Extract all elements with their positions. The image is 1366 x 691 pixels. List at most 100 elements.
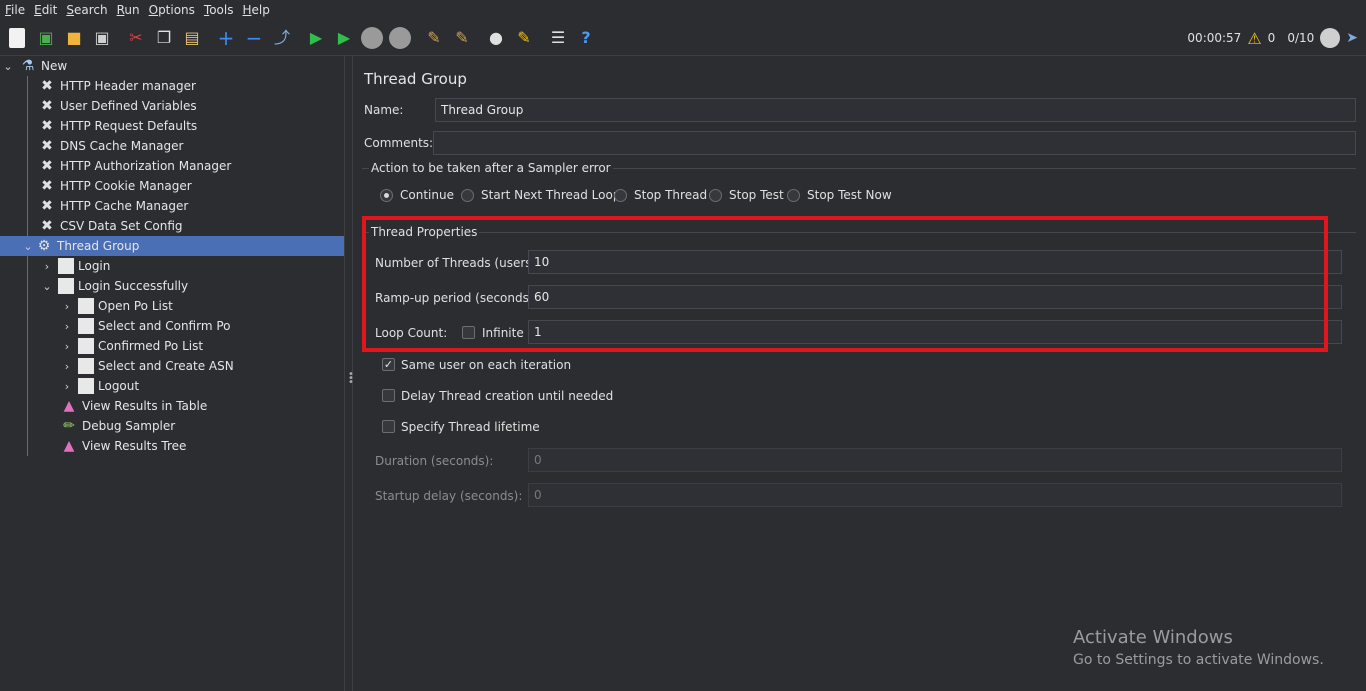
start-icon[interactable]: ▶ — [305, 27, 327, 49]
chevron-right-icon[interactable]: › — [60, 380, 74, 393]
chevron-right-icon[interactable]: › — [40, 260, 54, 273]
open-icon[interactable]: ■ — [63, 27, 85, 49]
active-threads: 0/10 — [1287, 31, 1315, 45]
collapse-icon[interactable]: − — [243, 27, 265, 49]
reset-search-icon[interactable]: ✎ — [513, 27, 535, 49]
copy-icon[interactable]: ❐ — [153, 27, 175, 49]
infinite-label[interactable]: Infinite — [482, 326, 524, 340]
tree-node-controller[interactable]: › Select and Create ASN — [60, 356, 234, 376]
duration-input[interactable] — [528, 448, 1342, 472]
same-user-label[interactable]: Same user on each iteration — [401, 358, 571, 372]
tree-node-controller[interactable]: › Open Po List — [60, 296, 173, 316]
tree-node-config[interactable]: ✖ HTTP Cache Manager — [38, 196, 188, 216]
tree-node-listener[interactable]: ▲ View Results in Table — [60, 396, 208, 416]
menu-edit[interactable]: Edit — [33, 3, 65, 17]
toggle-icon[interactable]: ⤴ — [271, 27, 293, 49]
help-icon[interactable]: ? — [575, 27, 597, 49]
tree-node-config[interactable]: ✖ CSV Data Set Config — [38, 216, 182, 236]
chevron-down-icon[interactable]: ⌄ — [1, 60, 15, 73]
search-icon[interactable]: ● — [485, 27, 507, 49]
startup-delay-label: Startup delay (seconds): — [375, 489, 523, 503]
radio-stop-test[interactable] — [709, 189, 722, 202]
save-icon[interactable]: ▣ — [91, 27, 113, 49]
tree-node-controller[interactable]: ⌄ Login Successfully — [40, 276, 188, 296]
templates-icon[interactable]: ▣ — [35, 27, 57, 49]
radio-continue-label[interactable]: Continue — [400, 188, 454, 202]
shutdown-icon[interactable] — [389, 26, 411, 49]
cut-icon[interactable]: ✂ — [125, 27, 147, 49]
wrench-icon: ✖ — [41, 98, 53, 114]
warning-icon[interactable]: ⚠ — [1247, 29, 1261, 48]
name-input[interactable] — [435, 98, 1356, 122]
tree-node-config[interactable]: ✖ DNS Cache Manager — [38, 136, 183, 156]
radio-stop-thread[interactable] — [614, 189, 627, 202]
clear-all-icon[interactable]: ✎ — [451, 27, 473, 49]
toolbar: ▣ ■ ▣ ✂ ❐ ▤ + − ⤴ ▶ ▶ ✎ ✎ ● ✎ ☰ ? 00:00:… — [0, 20, 1366, 56]
tree-node-controller[interactable]: › Select and Confirm Po — [60, 316, 231, 336]
chevron-right-icon[interactable]: › — [60, 320, 74, 333]
radio-start-next-loop-label[interactable]: Start Next Thread Loop — [481, 188, 620, 202]
delay-creation-checkbox[interactable] — [382, 389, 395, 402]
threads-input[interactable] — [528, 250, 1342, 274]
chevron-right-icon[interactable]: › — [60, 300, 74, 313]
same-user-checkbox[interactable]: ✓ — [382, 358, 395, 371]
chevron-down-icon[interactable]: ⌄ — [21, 240, 35, 253]
menu-run[interactable]: Run — [116, 3, 148, 17]
tree-node-config[interactable]: ✖ HTTP Authorization Manager — [38, 156, 231, 176]
infinite-checkbox[interactable] — [462, 326, 475, 339]
chevron-right-icon[interactable]: › — [60, 340, 74, 353]
stop-icon[interactable] — [361, 26, 383, 49]
tree-node-sampler[interactable]: ✏ Debug Sampler — [60, 416, 175, 436]
status-area: 00:00:57 ⚠ 0 0/10 ➤ — [1187, 20, 1358, 56]
pane-splitter[interactable]: • • • — [346, 56, 354, 691]
paste-icon[interactable]: ▤ — [181, 27, 203, 49]
loop-count-input[interactable] — [528, 320, 1342, 344]
controller-icon — [78, 318, 94, 334]
expand-icon[interactable]: + — [215, 27, 237, 49]
tree-node-config[interactable]: ✖ User Defined Variables — [38, 96, 196, 116]
tree-node-root[interactable]: ⌄ ⚗ New — [0, 56, 345, 76]
radio-stop-test-now[interactable] — [787, 189, 800, 202]
menu-help[interactable]: Help — [242, 3, 278, 17]
tree-node-controller[interactable]: › Login — [40, 256, 110, 276]
chevron-right-icon[interactable]: › — [60, 360, 74, 373]
radio-continue[interactable] — [380, 189, 393, 202]
tree-node-thread-group[interactable]: ⌄ ⚙ Thread Group — [0, 236, 344, 256]
radio-start-next-loop[interactable] — [461, 189, 474, 202]
loop-count-label: Loop Count: — [375, 326, 448, 340]
comments-input[interactable] — [433, 131, 1356, 155]
radio-stop-test-now-label[interactable]: Stop Test Now — [807, 188, 892, 202]
tree-node-config[interactable]: ✖ HTTP Header manager — [38, 76, 196, 96]
clear-icon[interactable]: ✎ — [423, 27, 445, 49]
menu-file[interactable]: File — [4, 3, 33, 17]
pipette-icon: ✏ — [63, 418, 75, 434]
chevron-down-icon[interactable]: ⌄ — [40, 280, 54, 293]
rampup-input[interactable] — [528, 285, 1342, 309]
remote-status-icon[interactable] — [1320, 28, 1341, 48]
props-group-border — [362, 232, 1356, 233]
specify-lifetime-checkbox[interactable] — [382, 420, 395, 433]
menu-search[interactable]: Search — [65, 3, 115, 17]
start-no-pauses-icon[interactable]: ▶ — [333, 27, 355, 49]
wrench-icon: ✖ — [41, 218, 53, 234]
tree-node-config[interactable]: ✖ HTTP Cookie Manager — [38, 176, 192, 196]
radio-stop-thread-label[interactable]: Stop Thread — [634, 188, 707, 202]
tree-node-controller[interactable]: › Logout — [60, 376, 139, 396]
startup-delay-input[interactable] — [528, 483, 1342, 507]
log-viewer-icon[interactable]: ➤ — [1346, 30, 1358, 46]
tree-node-config[interactable]: ✖ HTTP Request Defaults — [38, 116, 197, 136]
menu-tools[interactable]: Tools — [203, 3, 242, 17]
delay-creation-label[interactable]: Delay Thread creation until needed — [401, 389, 613, 403]
function-helper-icon[interactable]: ☰ — [547, 27, 569, 49]
specify-lifetime-label[interactable]: Specify Thread lifetime — [401, 420, 540, 434]
radio-stop-test-label[interactable]: Stop Test — [729, 188, 784, 202]
tree-node-listener[interactable]: ▲ View Results Tree — [60, 436, 187, 456]
menu-options[interactable]: Options — [148, 3, 203, 17]
tree-node-controller[interactable]: › Confirmed Po List — [60, 336, 203, 356]
wrench-icon: ✖ — [41, 138, 53, 154]
new-icon[interactable] — [9, 27, 25, 48]
controller-icon — [78, 338, 94, 354]
wrench-icon: ✖ — [41, 198, 53, 214]
duration-label: Duration (seconds): — [375, 454, 494, 468]
controller-icon — [78, 358, 94, 374]
